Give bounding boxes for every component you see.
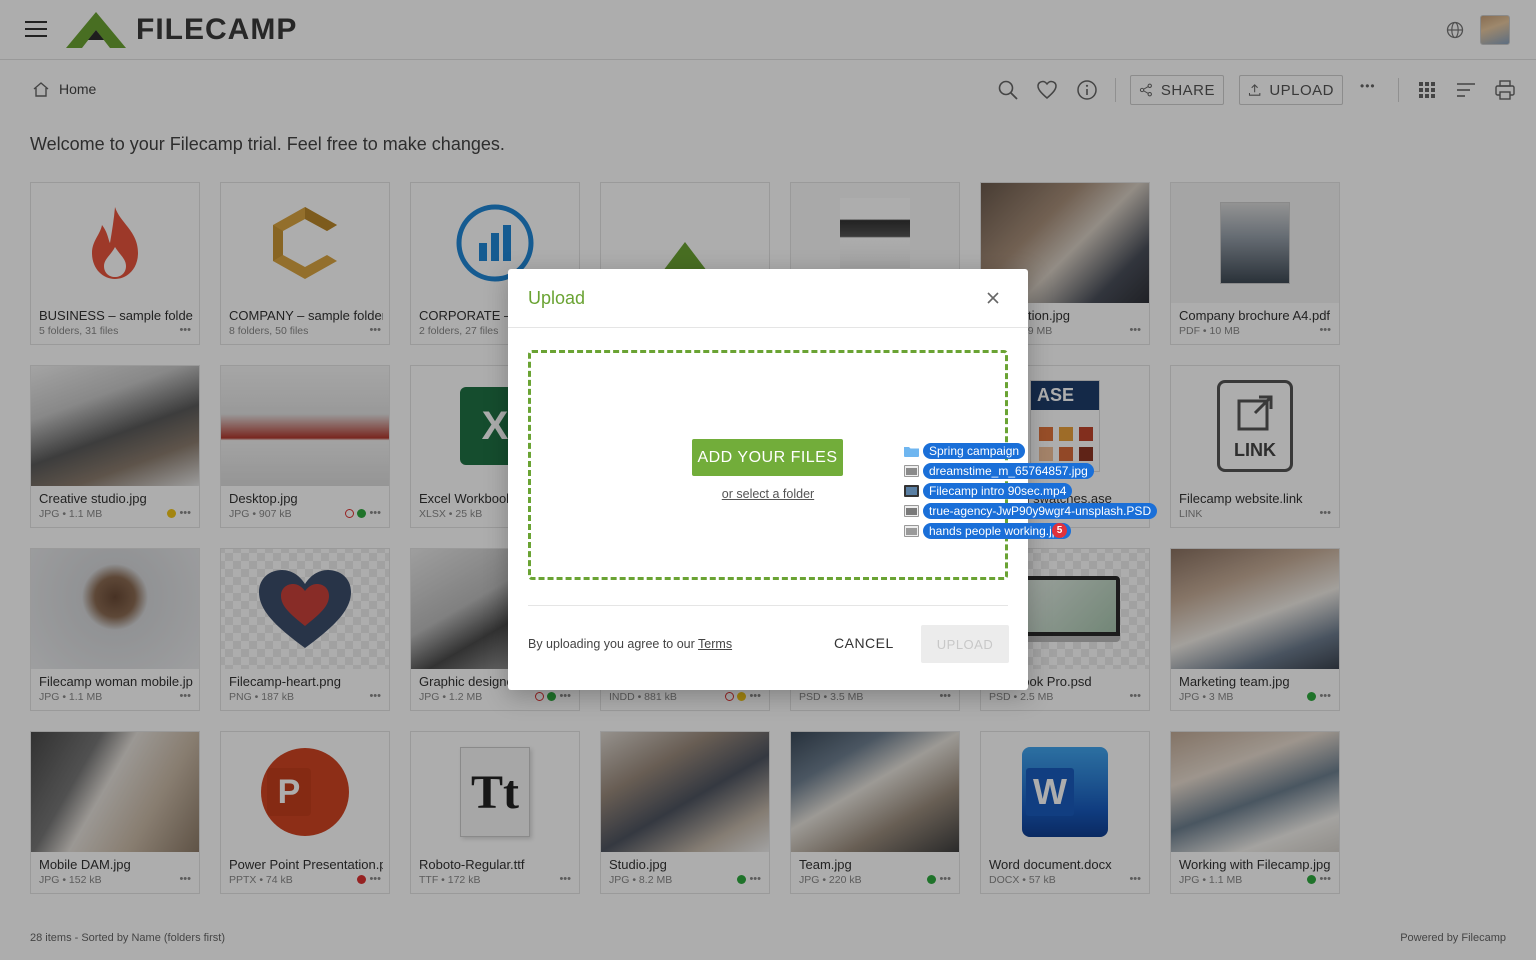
drag-item-label: dreamstime_m_65764857.jpg [923,463,1094,479]
drag-item: Spring campaign [904,442,1026,460]
cancel-button[interactable]: CANCEL [834,635,894,651]
upload-button[interactable]: UPLOAD [921,625,1009,663]
dialog-divider [508,327,1028,328]
drag-item: true-agency-JwP90y9wgr4-unsplash.PSD [904,502,1158,520]
drag-item: Filecamp intro 90sec.mp4 [904,482,1073,500]
close-icon[interactable] [985,290,1001,306]
drag-item: dreamstime_m_65764857.jpg [904,462,1094,480]
add-files-button[interactable]: ADD YOUR FILES [692,439,843,476]
terms-link[interactable]: Terms [698,637,732,651]
drag-item-label: hands people working.jpg [923,523,1072,539]
drag-item-label: Spring campaign [923,443,1026,459]
drag-item-label: Filecamp intro 90sec.mp4 [923,483,1073,499]
terms-notice: By uploading you agree to our Terms [528,637,732,651]
drag-item: hands people working.jpg [904,522,1072,540]
terms-prefix: By uploading you agree to our [528,637,699,651]
drag-count-badge: 5 [1052,523,1067,538]
image-file-icon [904,465,919,477]
image-file-icon [904,525,919,537]
folder-icon [904,447,919,457]
select-folder-link[interactable]: or select a folder [722,487,814,501]
video-file-icon [904,485,919,497]
drag-item-label: true-agency-JwP90y9wgr4-unsplash.PSD [923,503,1158,519]
dialog-title: Upload [528,288,586,308]
dialog-divider [528,605,1008,606]
image-file-icon [904,505,919,517]
